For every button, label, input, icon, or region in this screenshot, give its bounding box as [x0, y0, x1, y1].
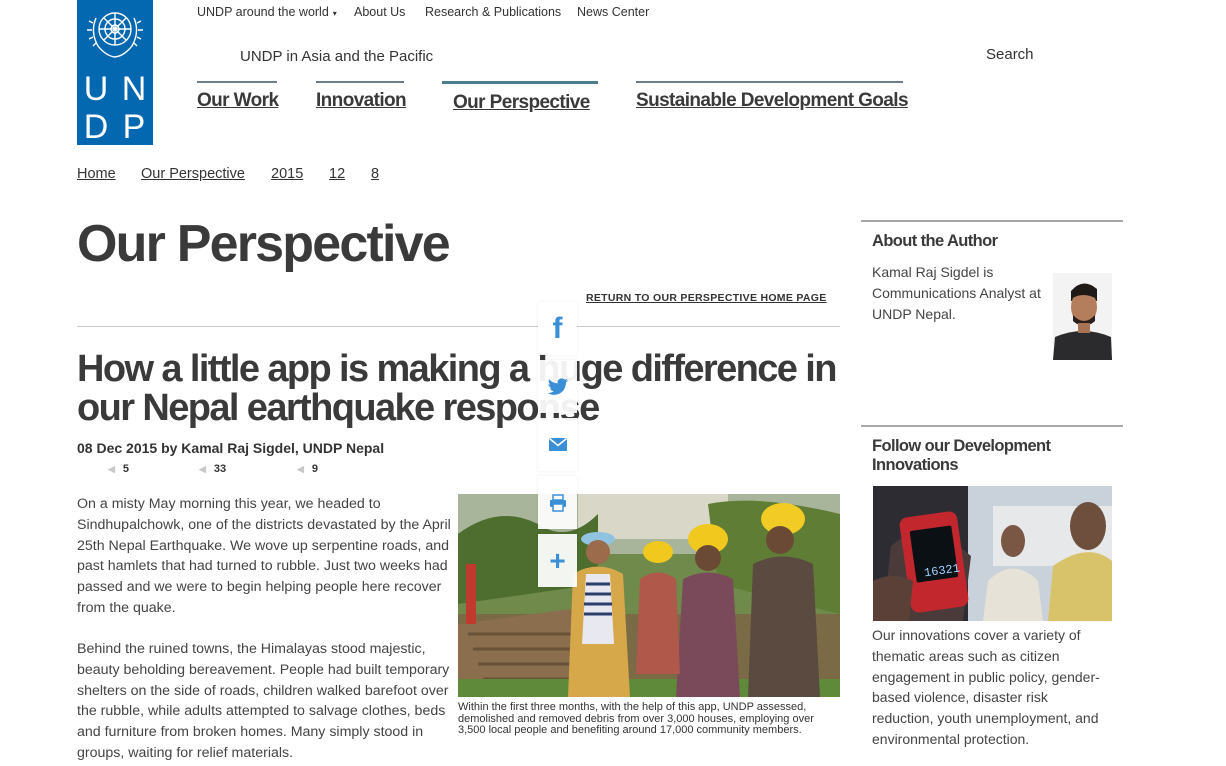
breadcrumb-day[interactable]: 8 [371, 166, 379, 182]
article-paragraph: On a misty May morning this year, we hea… [77, 496, 451, 616]
sidebar-rule [861, 220, 1123, 222]
article-byline: 08 Dec 2015 by Kamal Raj Sigdel, UNDP Ne… [77, 440, 385, 456]
return-to-perspective-link[interactable]: RETURN TO OUR PERSPECTIVE HOME PAGE [586, 292, 827, 304]
article-photo [458, 494, 840, 697]
share-count-value: 33 [213, 463, 227, 475]
logo-letter-n: N [121, 70, 147, 108]
un-emblem-icon [87, 12, 143, 58]
nav-innovation[interactable]: Innovation [316, 90, 407, 112]
article-paragraph: Behind the ruined towns, the Himalayas s… [77, 641, 450, 761]
page-title: Our Perspective [77, 215, 451, 273]
avatar [1053, 273, 1112, 360]
breadcrumb-home[interactable]: Home [77, 166, 116, 182]
more-share-button[interactable]: + [538, 534, 577, 587]
logo-letter-d: D [83, 108, 109, 146]
print-button[interactable] [538, 476, 577, 529]
plus-icon: + [549, 544, 566, 576]
share-count-value: 9 [311, 463, 319, 475]
facebook-icon: f [552, 311, 563, 345]
chevron-down-icon: ▾ [332, 9, 337, 18]
breadcrumb-our-perspective[interactable]: Our Perspective [141, 166, 245, 182]
nav-our-perspective[interactable]: Our Perspective [453, 92, 590, 114]
share-count-facebook[interactable]: ◀ 5 [108, 463, 129, 475]
nav-rule-active [442, 81, 598, 84]
innovations-image[interactable]: 16321 [873, 486, 1112, 621]
logo-letter-p: P [122, 108, 146, 146]
email-icon [548, 437, 567, 451]
top-nav-about-us[interactable]: About Us [354, 5, 405, 19]
top-nav-around-the-world[interactable]: UNDP around the world ▾ [197, 5, 337, 19]
divider [77, 326, 840, 327]
social-share-bar: f + [538, 302, 577, 589]
region-title[interactable]: UNDP in Asia and the Pacific [240, 48, 433, 65]
nav-rule [636, 81, 903, 83]
share-twitter-button[interactable] [538, 360, 577, 413]
share-email-button[interactable] [538, 418, 577, 471]
innovations-description: Our innovations cover a variety of thema… [872, 627, 1100, 747]
nav-sustainable-development-goals[interactable]: Sustainable Development Goals [636, 90, 909, 112]
share-arrow-icon: ◀ [297, 464, 304, 474]
nav-our-work[interactable]: Our Work [197, 90, 279, 112]
share-count-twitter[interactable]: ◀ 33 [199, 463, 226, 475]
share-arrow-icon: ◀ [199, 464, 206, 474]
share-count-email[interactable]: ◀ 9 [297, 463, 318, 475]
author-photo [1053, 273, 1112, 360]
undp-logo[interactable]: U N D P [77, 0, 153, 145]
search-button[interactable]: Search [986, 46, 1034, 63]
share-facebook-button[interactable]: f [538, 302, 577, 355]
share-count-value: 5 [122, 463, 130, 475]
logo-letter-u: U [83, 70, 109, 108]
breadcrumb-year[interactable]: 2015 [271, 166, 303, 182]
print-icon [549, 493, 566, 512]
photo-caption: Within the first three months, with the … [458, 701, 814, 737]
top-nav-news-center[interactable]: News Center [577, 5, 649, 19]
author-bio: Kamal Raj Sigdel is Communications Analy… [872, 264, 1041, 322]
nav-rule [316, 81, 404, 83]
about-author-heading: About the Author [872, 232, 998, 250]
top-nav-label: UNDP around the world [197, 5, 329, 19]
twitter-icon [547, 377, 568, 395]
share-arrow-icon: ◀ [108, 464, 115, 474]
innovations-heading: Follow our Development Innovations [872, 437, 1051, 474]
earthquake-survey-photo [458, 494, 840, 697]
top-nav-research-publications[interactable]: Research & Publications [425, 5, 561, 19]
breadcrumb-month[interactable]: 12 [329, 166, 345, 182]
nav-rule [197, 81, 277, 83]
article-title: How a little app is making a huge differ… [77, 348, 837, 429]
sidebar-rule [861, 425, 1123, 427]
mobile-device-photo: 16321 [873, 486, 1112, 621]
